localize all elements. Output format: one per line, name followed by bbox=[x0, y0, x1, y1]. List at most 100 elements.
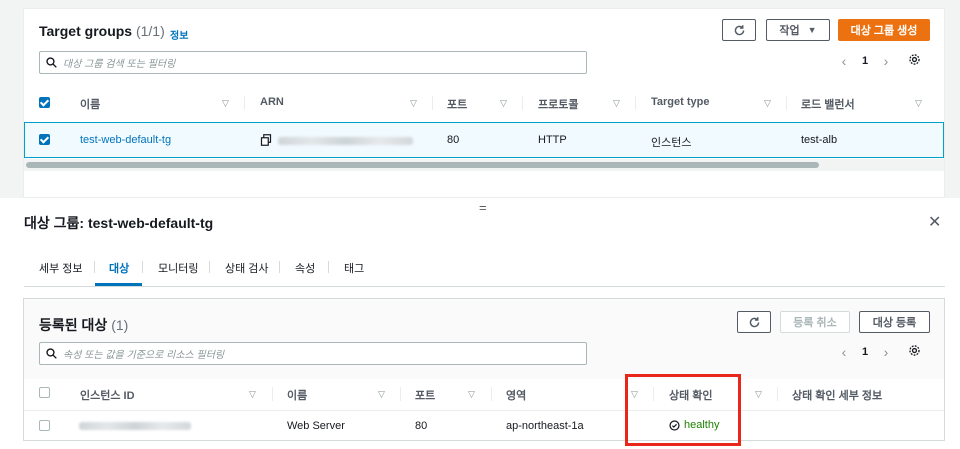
pagination: ‹ 1 › bbox=[832, 344, 921, 360]
sort-icon[interactable]: ▽ bbox=[613, 98, 620, 109]
prev-page-icon[interactable]: ‹ bbox=[832, 344, 856, 360]
tab-divider bbox=[142, 261, 143, 273]
column-divider bbox=[777, 387, 778, 401]
target-groups-title: Target groups (1/1) bbox=[39, 23, 165, 39]
row-checkbox[interactable] bbox=[39, 134, 50, 145]
registered-targets-title-text: 등록된 대상 bbox=[39, 317, 108, 333]
copy-icon[interactable] bbox=[260, 134, 272, 149]
target-groups-count: (1/1) bbox=[135, 23, 165, 39]
col-name-header[interactable]: 이름 bbox=[80, 96, 100, 112]
table-row[interactable]: test-web-default-tg 80 HTTP 인스턴스 test-al… bbox=[24, 122, 944, 158]
search-icon bbox=[46, 57, 57, 68]
tab-attributes[interactable]: 속성 bbox=[295, 260, 315, 276]
tabs-divider bbox=[24, 286, 945, 287]
search-icon bbox=[46, 348, 57, 359]
registered-targets-count: (1) bbox=[111, 317, 129, 333]
sort-icon[interactable]: ▽ bbox=[468, 389, 475, 400]
instance-id-redacted bbox=[79, 422, 191, 430]
tab-health-checks[interactable]: 상태 검사 bbox=[225, 260, 269, 276]
zone-cell: ap-northeast-1a bbox=[506, 420, 584, 432]
gear-icon[interactable] bbox=[908, 344, 921, 360]
col-target-type-header[interactable]: Target type bbox=[651, 96, 709, 108]
registered-targets-title: 등록된 대상 (1) bbox=[39, 315, 128, 335]
col-load-balancer-header[interactable]: 로드 밸런서 bbox=[801, 96, 855, 112]
tab-monitoring[interactable]: 모니터링 bbox=[158, 260, 198, 276]
target-port-cell: 80 bbox=[415, 420, 428, 432]
split-drag-handle[interactable]: = bbox=[479, 200, 487, 215]
tab-divider bbox=[328, 261, 329, 273]
target-groups-search[interactable]: 대상 그룹 검색 또는 필터링 bbox=[39, 51, 587, 74]
select-all-checkbox[interactable] bbox=[39, 97, 50, 108]
load-balancer-cell: test-alb bbox=[801, 134, 838, 146]
targets-search[interactable]: 속성 또는 값을 기준으로 리소스 필터링 bbox=[39, 342, 587, 365]
target-group-name-link[interactable]: test-web-default-tg bbox=[80, 134, 171, 146]
search-placeholder: 대상 그룹 검색 또는 필터링 bbox=[63, 59, 176, 70]
target-groups-panel: Target groups (1/1) 정보 작업 ▼ 대상 그룹 생성 대상 … bbox=[23, 8, 945, 198]
column-divider bbox=[491, 387, 492, 401]
tab-divider bbox=[94, 261, 95, 273]
page-number[interactable]: 1 bbox=[856, 346, 874, 358]
column-divider bbox=[635, 96, 636, 110]
col-port-header[interactable]: 포트 bbox=[415, 387, 435, 403]
register-targets-button[interactable]: 대상 등록 bbox=[859, 311, 930, 333]
pagination: ‹ 1 › bbox=[832, 53, 921, 69]
sort-icon[interactable]: ▽ bbox=[764, 98, 771, 109]
tab-divider bbox=[279, 261, 280, 273]
horizontal-scrollbar[interactable] bbox=[26, 162, 819, 168]
close-icon[interactable]: ✕ bbox=[928, 212, 941, 232]
registered-targets-panel: 등록된 대상 (1) 등록 취소 대상 등록 속성 또는 값을 기준으로 리소스… bbox=[23, 298, 945, 441]
select-all-checkbox[interactable] bbox=[39, 387, 50, 398]
tab-divider bbox=[209, 261, 210, 273]
health-status-highlight bbox=[625, 374, 741, 446]
sort-icon[interactable]: ▽ bbox=[249, 389, 256, 400]
gear-icon[interactable] bbox=[908, 53, 921, 69]
sort-icon[interactable]: ▽ bbox=[500, 98, 507, 109]
refresh-button[interactable] bbox=[722, 19, 756, 41]
tab-targets[interactable]: 대상 bbox=[109, 260, 129, 276]
next-page-icon[interactable]: › bbox=[874, 344, 898, 360]
column-divider bbox=[522, 96, 523, 110]
port-cell: 80 bbox=[447, 134, 460, 146]
actions-button[interactable]: 작업 ▼ bbox=[766, 19, 830, 41]
protocol-cell: HTTP bbox=[538, 134, 567, 146]
tab-details[interactable]: 세부 정보 bbox=[39, 260, 83, 276]
col-zone-header[interactable]: 영역 bbox=[506, 387, 526, 403]
target-type-cell: 인스턴스 bbox=[651, 137, 692, 149]
row-checkbox[interactable] bbox=[39, 420, 50, 431]
deregister-button[interactable]: 등록 취소 bbox=[780, 311, 850, 333]
actions-label: 작업 bbox=[779, 25, 800, 37]
col-instance-id-header[interactable]: 인스턴스 ID bbox=[80, 387, 135, 403]
sort-icon[interactable]: ▽ bbox=[755, 389, 762, 400]
col-arn-header[interactable]: ARN bbox=[260, 96, 284, 108]
details-title: 대상 그룹: test-web-default-tg bbox=[24, 215, 214, 231]
search-placeholder: 속성 또는 값을 기준으로 리소스 필터링 bbox=[63, 350, 225, 361]
target-groups-title-text: Target groups bbox=[39, 23, 133, 39]
col-protocol-header[interactable]: 프로토콜 bbox=[538, 96, 578, 112]
horizontal-scrollbar-track bbox=[24, 159, 944, 171]
arn-redacted bbox=[278, 137, 413, 145]
page-number[interactable]: 1 bbox=[856, 55, 874, 67]
column-divider bbox=[244, 96, 245, 110]
target-name-cell: Web Server bbox=[287, 420, 345, 432]
sort-icon[interactable]: ▽ bbox=[915, 98, 922, 109]
refresh-icon bbox=[734, 24, 744, 35]
caret-down-icon: ▼ bbox=[807, 25, 817, 35]
sort-icon[interactable]: ▽ bbox=[410, 98, 417, 109]
col-health-details-header[interactable]: 상태 확인 세부 정보 bbox=[792, 387, 882, 403]
column-divider bbox=[432, 96, 433, 110]
refresh-icon bbox=[749, 316, 759, 327]
column-divider bbox=[400, 387, 401, 401]
refresh-button[interactable] bbox=[737, 311, 771, 333]
prev-page-icon[interactable]: ‹ bbox=[832, 53, 856, 69]
info-link[interactable]: 정보 bbox=[170, 27, 188, 42]
col-port-header[interactable]: 포트 bbox=[447, 96, 467, 112]
create-target-group-button[interactable]: 대상 그룹 생성 bbox=[838, 19, 930, 41]
tab-tags[interactable]: 태그 bbox=[344, 260, 364, 276]
column-divider bbox=[272, 387, 273, 401]
table-row[interactable]: Web Server 80 ap-northeast-1a healthy bbox=[24, 410, 944, 440]
sort-icon[interactable]: ▽ bbox=[222, 98, 229, 109]
sort-icon[interactable]: ▽ bbox=[378, 389, 385, 400]
next-page-icon[interactable]: › bbox=[874, 53, 898, 69]
col-name-header[interactable]: 이름 bbox=[287, 387, 307, 403]
column-divider bbox=[786, 96, 787, 110]
